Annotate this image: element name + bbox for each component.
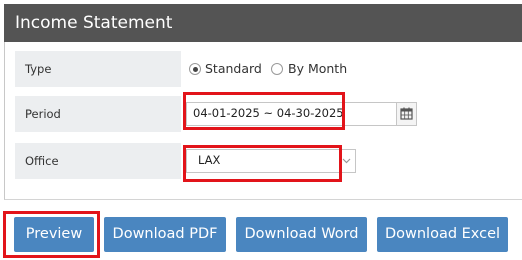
office-select[interactable]: LAX bbox=[186, 149, 356, 173]
type-radio-standard[interactable] bbox=[189, 63, 201, 75]
form-panel: Type Standard By Month Period 04-01-2025… bbox=[4, 42, 522, 200]
type-label: Type bbox=[15, 51, 181, 87]
office-label: Office bbox=[15, 143, 181, 179]
calendar-icon bbox=[400, 107, 413, 120]
type-option-standard-label: Standard bbox=[205, 61, 262, 76]
download-pdf-button[interactable]: Download PDF bbox=[104, 217, 226, 252]
type-option-by-month-label: By Month bbox=[288, 61, 348, 76]
download-excel-button[interactable]: Download Excel bbox=[377, 217, 508, 252]
preview-button[interactable]: Preview bbox=[14, 217, 94, 252]
download-word-button[interactable]: Download Word bbox=[236, 217, 367, 252]
page-title: Income Statement bbox=[4, 4, 522, 42]
type-radio-by-month[interactable] bbox=[271, 63, 283, 75]
chevron-down-icon bbox=[342, 158, 351, 164]
period-label: Period bbox=[15, 96, 181, 132]
calendar-button[interactable] bbox=[396, 102, 417, 126]
period-input[interactable]: 04-01-2025 ~ 04-30-2025 bbox=[186, 102, 397, 126]
